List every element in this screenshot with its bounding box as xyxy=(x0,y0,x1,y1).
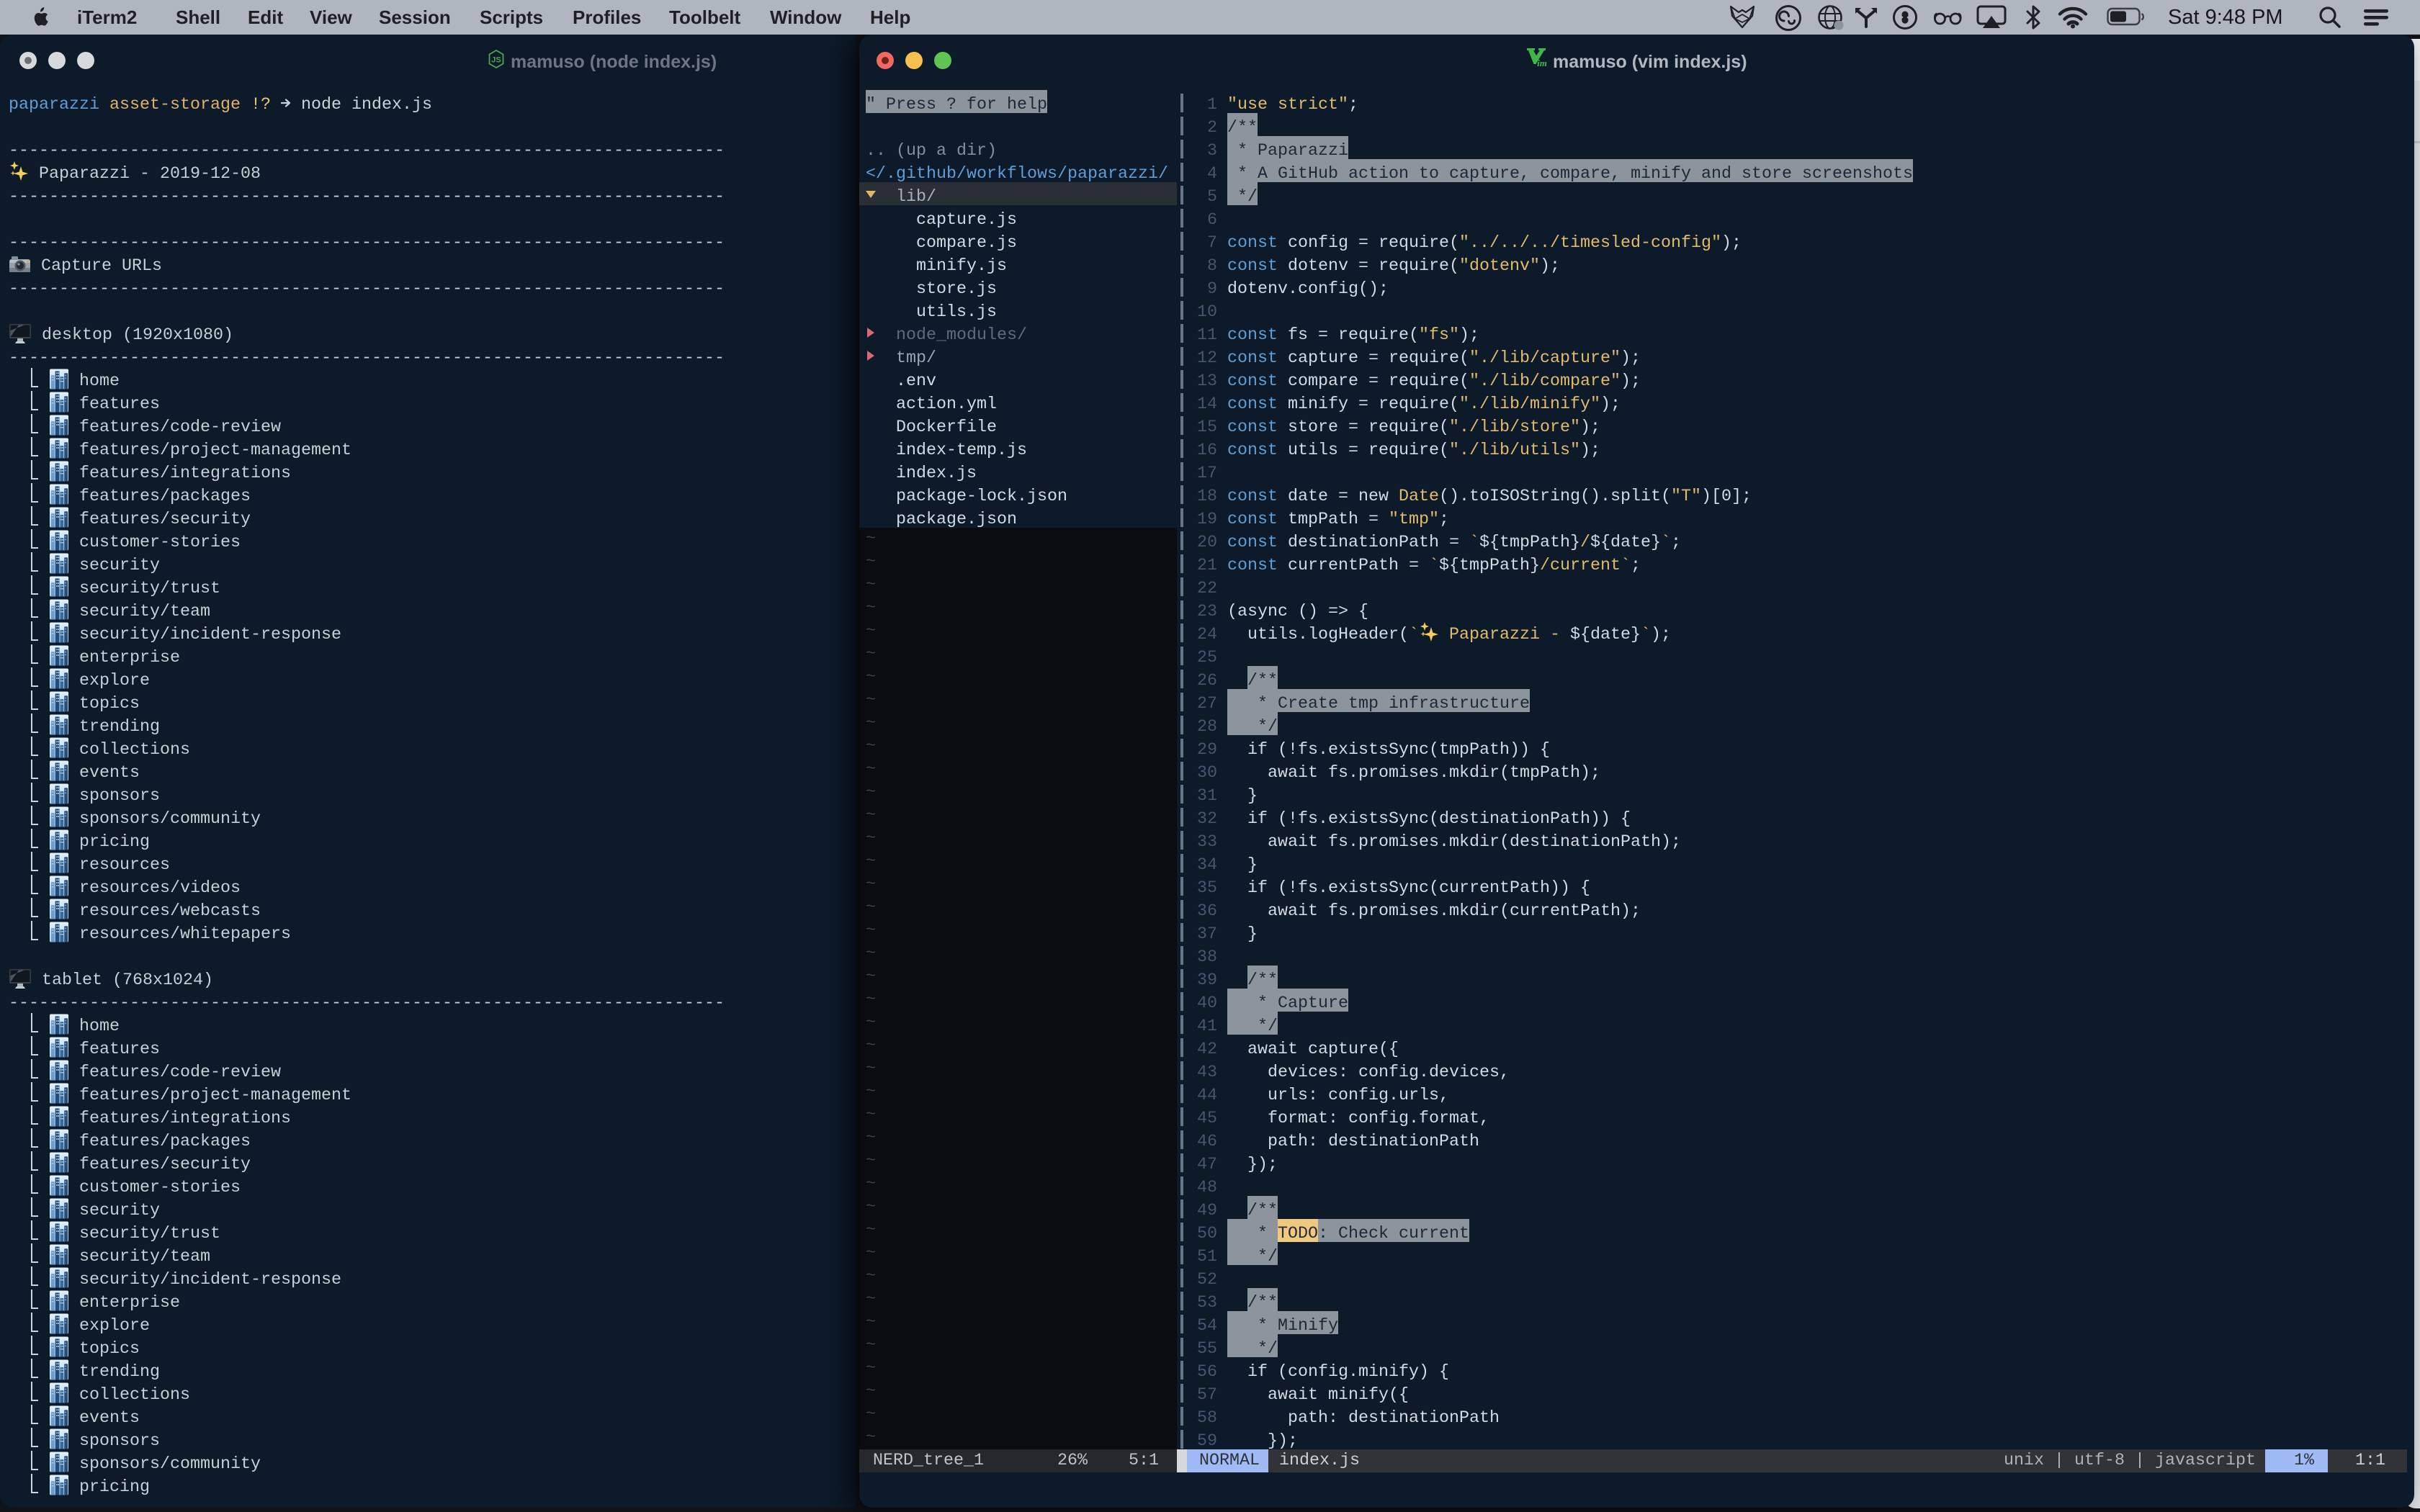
svg-text:JS: JS xyxy=(491,56,501,65)
svg-text:im: im xyxy=(1537,58,1547,67)
